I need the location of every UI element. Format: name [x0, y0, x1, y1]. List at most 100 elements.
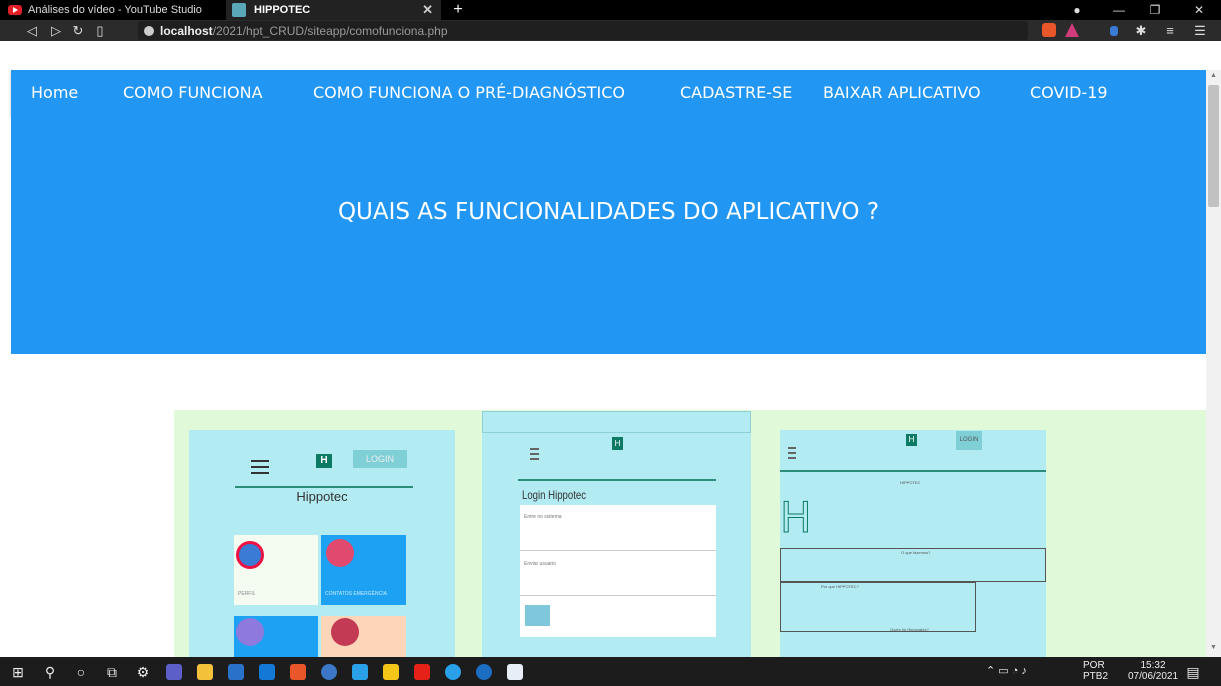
site-navbar: Home COMO FUNCIONA COMO FUNCIONA O PRÉ-D… — [11, 70, 1206, 116]
teams-icon[interactable] — [166, 664, 182, 680]
brave-shields-icon[interactable] — [1042, 23, 1056, 37]
bookmark-icon[interactable]: ▯ — [90, 20, 110, 41]
phone-icon — [326, 539, 354, 567]
divider — [518, 479, 716, 481]
tile-label: CONTATOS EMERGÊNCIA — [325, 591, 387, 597]
mail-icon[interactable] — [259, 664, 275, 680]
steam-icon[interactable] — [476, 664, 492, 680]
youtube-icon[interactable] — [414, 664, 430, 680]
cortana-icon[interactable]: ○ — [73, 664, 89, 680]
hero-banner: QUAIS AS FUNCIONALIDADES DO APLICATIVO ? — [11, 116, 1206, 354]
playlist-icon[interactable]: ≡ — [1160, 20, 1180, 41]
login-card: Entre no sistema Enviar usuario — [520, 505, 716, 637]
tab-youtube-studio[interactable]: Análises do vídeo - YouTube Studio — [8, 0, 212, 20]
hippotec-big-logo: H — [780, 493, 813, 543]
nav-cadastre-se[interactable]: CADASTRE-SE — [680, 70, 792, 116]
brave-icon[interactable] — [290, 664, 306, 680]
login-button-image: LOGIN — [353, 450, 407, 468]
app-screenshot-about: H LOGIN HIPPOTEC H O que fazemos? Por qu… — [780, 430, 1046, 657]
hamburger-icon — [251, 460, 269, 478]
language-indicator[interactable]: POR PTB2 — [1083, 660, 1108, 682]
url-field[interactable]: localhost /2021/hpt_CRUD/siteapp/comofun… — [138, 21, 1028, 40]
clock-date: 07/06/2021 — [1128, 671, 1179, 682]
app-screenshot-login: H Login Hippotec Entre no sistema Enviar… — [482, 411, 751, 657]
store-icon[interactable] — [228, 664, 244, 680]
address-bar-row: ◁ ▷ ↻ ▯ localhost /2021/hpt_CRUD/siteapp… — [0, 20, 1221, 41]
question-heading: Quem foi Hipócrates? — [890, 627, 929, 632]
nav-baixar-aplicativo[interactable]: BAIXAR APLICATIVO — [823, 70, 981, 116]
task-view-icon[interactable]: ⧉ — [104, 664, 120, 680]
close-tab-icon[interactable]: ✕ — [422, 2, 433, 18]
hippotec-logo-icon: H — [906, 434, 917, 446]
forward-icon[interactable]: ▷ — [46, 20, 66, 41]
tab-label: HIPPOTEC — [254, 4, 311, 16]
windows-taskbar: ⊞ ⚲ ○ ⧉ ⚙ ⌃ ▭ ◔ ♪ POR PTB2 15:32 07/06/2… — [0, 657, 1221, 686]
nav-covid-19[interactable]: COVID-19 — [1030, 70, 1108, 116]
profile-icon[interactable]: ● — [1063, 0, 1091, 20]
contacts-tile: CONTATOS EMERGÊNCIA — [321, 535, 406, 605]
question-heading: Por que HIPPOTEC? — [821, 584, 859, 589]
nav-como-funciona[interactable]: COMO FUNCIONA — [123, 70, 263, 116]
login-button-image: LOGIN — [956, 431, 982, 450]
language-code: POR — [1083, 660, 1105, 671]
tile-label: PERFIL — [238, 591, 256, 597]
nav-pre-diagnostico[interactable]: COMO FUNCIONA O PRÉ-DIAGNÓSTICO — [313, 70, 625, 116]
divider — [235, 486, 413, 488]
windows-start-icon[interactable]: ⊞ — [10, 664, 26, 680]
about-box: O que fazemos? — [780, 548, 1046, 582]
tab-hippotec[interactable]: HIPPOTEC ✕ — [226, 0, 441, 20]
reload-icon[interactable]: ↻ — [68, 20, 88, 41]
field-label: Enviar usuario — [524, 561, 556, 567]
virus-icon — [331, 618, 359, 646]
site-info-icon[interactable] — [144, 25, 154, 36]
divider — [780, 470, 1046, 472]
url-host: localhost — [160, 23, 213, 38]
notepad-icon[interactable] — [507, 664, 523, 680]
search-icon[interactable]: ⚲ — [42, 664, 58, 680]
stethoscope-icon — [236, 618, 264, 646]
tray-icons[interactable]: ⌃ ▭ ◔ ♪ — [986, 657, 1027, 686]
top-strip — [482, 411, 751, 433]
app-brand: Hippotec — [296, 489, 348, 504]
settings-icon[interactable]: ⚙ — [135, 664, 151, 680]
profile-icon — [236, 541, 264, 569]
virus-tile — [321, 616, 406, 657]
profile-tile: PERFIL — [234, 535, 318, 605]
minimize-button[interactable]: — — [1105, 0, 1133, 20]
keyboard-layout: PTB2 — [1083, 671, 1109, 682]
why-box: Por que HIPPOTEC? — [780, 582, 976, 632]
back-icon[interactable]: ◁ — [22, 20, 42, 41]
hamburger-icon — [530, 448, 539, 463]
field-label: Entre no sistema — [524, 514, 562, 520]
vscode-icon[interactable] — [352, 664, 368, 680]
about-header: HIPPOTEC — [900, 480, 921, 485]
restore-button[interactable]: ❐ — [1141, 0, 1169, 20]
new-tab-button[interactable]: + — [448, 0, 468, 20]
clock[interactable]: 15:32 07/06/2021 — [1128, 660, 1178, 682]
youtube-icon — [8, 5, 22, 15]
scrollbar-thumb[interactable] — [1208, 85, 1219, 207]
submit-button-image — [525, 605, 550, 626]
stethoscope-tile — [234, 616, 318, 657]
browser-tab-bar: Análises do vídeo - YouTube Studio HIPPO… — [0, 0, 1221, 20]
tab-label: Análises do vídeo - YouTube Studio — [28, 4, 202, 16]
telegram-icon[interactable] — [445, 664, 461, 680]
scroll-up-icon[interactable]: ▲ — [1206, 70, 1221, 82]
github-desktop-icon[interactable] — [321, 664, 337, 680]
app-screenshot-home: H LOGIN Hippotec PERFIL CONTATOS EMERGÊN… — [189, 430, 455, 657]
scroll-down-icon[interactable]: ▼ — [1206, 642, 1221, 654]
brave-rewards-icon[interactable] — [1065, 23, 1079, 37]
puzzle-icon[interactable]: ✱ — [1131, 20, 1151, 41]
page-title: QUAIS AS FUNCIONALIDADES DO APLICATIVO ? — [337, 199, 880, 225]
hamburger-icon — [788, 447, 796, 462]
extension-icon[interactable] — [1110, 26, 1118, 36]
nav-home[interactable]: Home — [31, 70, 78, 116]
login-title: Login Hippotec — [522, 488, 587, 502]
sticky-notes-icon[interactable] — [383, 664, 399, 680]
divider — [520, 550, 716, 551]
close-window-button[interactable]: ✕ — [1185, 0, 1213, 20]
clock-time: 15:32 — [1140, 660, 1166, 671]
file-explorer-icon[interactable] — [197, 664, 213, 680]
notifications-icon[interactable]: ▤ — [1185, 664, 1201, 680]
menu-icon[interactable]: ☰ — [1190, 20, 1210, 41]
